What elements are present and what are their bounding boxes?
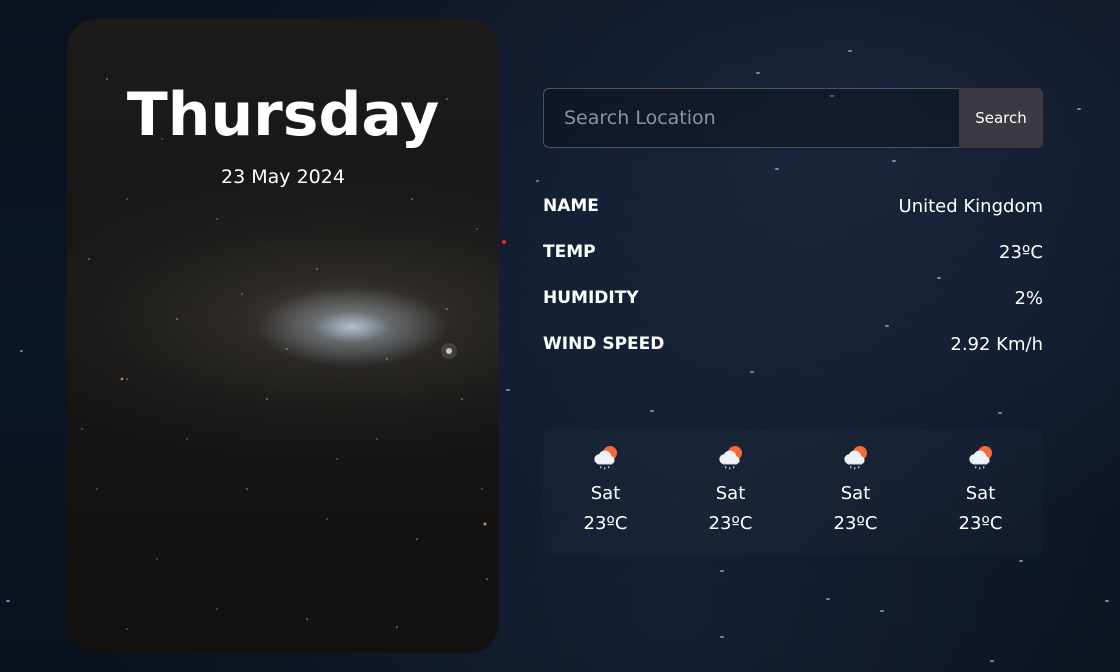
forecast-day: Sat <box>590 483 621 504</box>
forecast-day: Sat <box>965 483 996 504</box>
search-bar: Search <box>543 88 1043 148</box>
info-value: United Kingdom <box>898 195 1043 217</box>
day-card: Thursday 23 May 2024 <box>67 19 499 653</box>
forecast-temp: 23ºC <box>958 513 1003 534</box>
forecast-day: Sat <box>840 483 871 504</box>
forecast-temp: 23ºC <box>583 513 628 534</box>
info-row-temp: TEMP 23ºC <box>543 229 1043 275</box>
forecast-item: Sat 23ºC <box>793 430 918 554</box>
search-location-input[interactable] <box>543 88 959 148</box>
info-row-name: NAME United Kingdom <box>543 183 1043 229</box>
current-date: 23 May 2024 <box>221 166 345 188</box>
sun-cloud-rain-icon <box>718 446 742 470</box>
search-button[interactable]: Search <box>959 88 1043 148</box>
info-value: 23ºC <box>999 241 1043 263</box>
info-value: 2% <box>1014 287 1043 309</box>
info-row-wind-speed: WIND SPEED 2.92 Km/h <box>543 321 1043 367</box>
info-label: TEMP <box>543 242 596 262</box>
info-label: WIND SPEED <box>543 334 665 354</box>
day-name: Thursday <box>126 80 440 150</box>
forecast-day: Sat <box>715 483 746 504</box>
sun-cloud-rain-icon <box>843 446 867 470</box>
weather-info-list: NAME United Kingdom TEMP 23ºC HUMIDITY 2… <box>543 183 1043 367</box>
forecast-item: Sat 23ºC <box>918 430 1043 554</box>
info-label: NAME <box>543 196 599 216</box>
forecast-item: Sat 23ºC <box>543 430 668 554</box>
info-label: HUMIDITY <box>543 288 639 308</box>
info-value: 2.92 Km/h <box>950 333 1043 355</box>
forecast-temp: 23ºC <box>708 513 753 534</box>
sun-cloud-rain-icon <box>968 446 992 470</box>
info-row-humidity: HUMIDITY 2% <box>543 275 1043 321</box>
sun-cloud-rain-icon <box>593 446 617 470</box>
forecast-item: Sat 23ºC <box>668 430 793 554</box>
forecast-panel: Sat 23ºC Sat 23ºC Sat 23ºC Sat 23ºC <box>543 430 1043 554</box>
forecast-temp: 23ºC <box>833 513 878 534</box>
